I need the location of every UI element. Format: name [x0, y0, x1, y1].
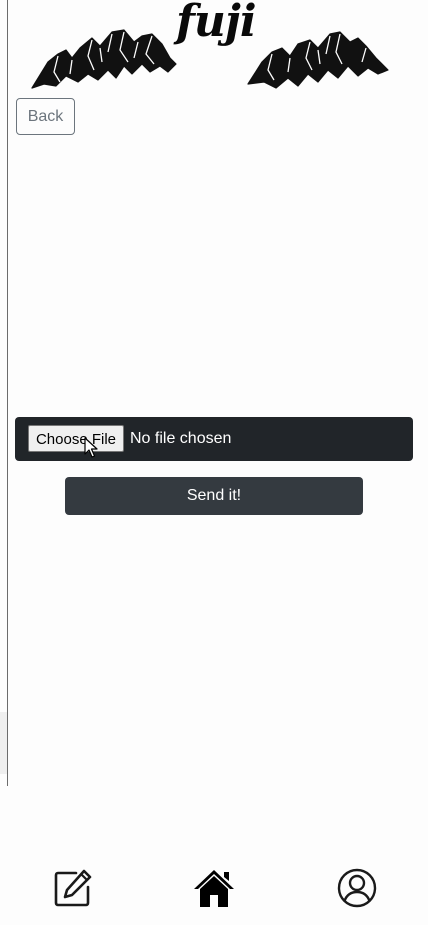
- nav-profile[interactable]: [336, 867, 378, 909]
- left-divider: [7, 0, 8, 786]
- home-icon: [194, 870, 234, 907]
- back-button[interactable]: Back: [16, 98, 75, 135]
- left-scroll-shade: [0, 712, 7, 774]
- file-status-text: No file chosen: [130, 430, 232, 447]
- edit-icon: [54, 869, 92, 907]
- send-button[interactable]: Send it!: [65, 477, 363, 515]
- logo-text: fuji: [176, 0, 257, 47]
- file-input[interactable]: Choose File No file chosen: [15, 417, 413, 461]
- nav-edit[interactable]: [52, 867, 94, 909]
- header-logo: fuji: [0, 0, 428, 96]
- profile-icon: [337, 868, 377, 908]
- mouse-cursor-icon: [84, 437, 98, 458]
- bottom-nav: [0, 855, 428, 925]
- nav-home[interactable]: [192, 867, 234, 909]
- choose-file-button[interactable]: Choose File: [28, 425, 124, 452]
